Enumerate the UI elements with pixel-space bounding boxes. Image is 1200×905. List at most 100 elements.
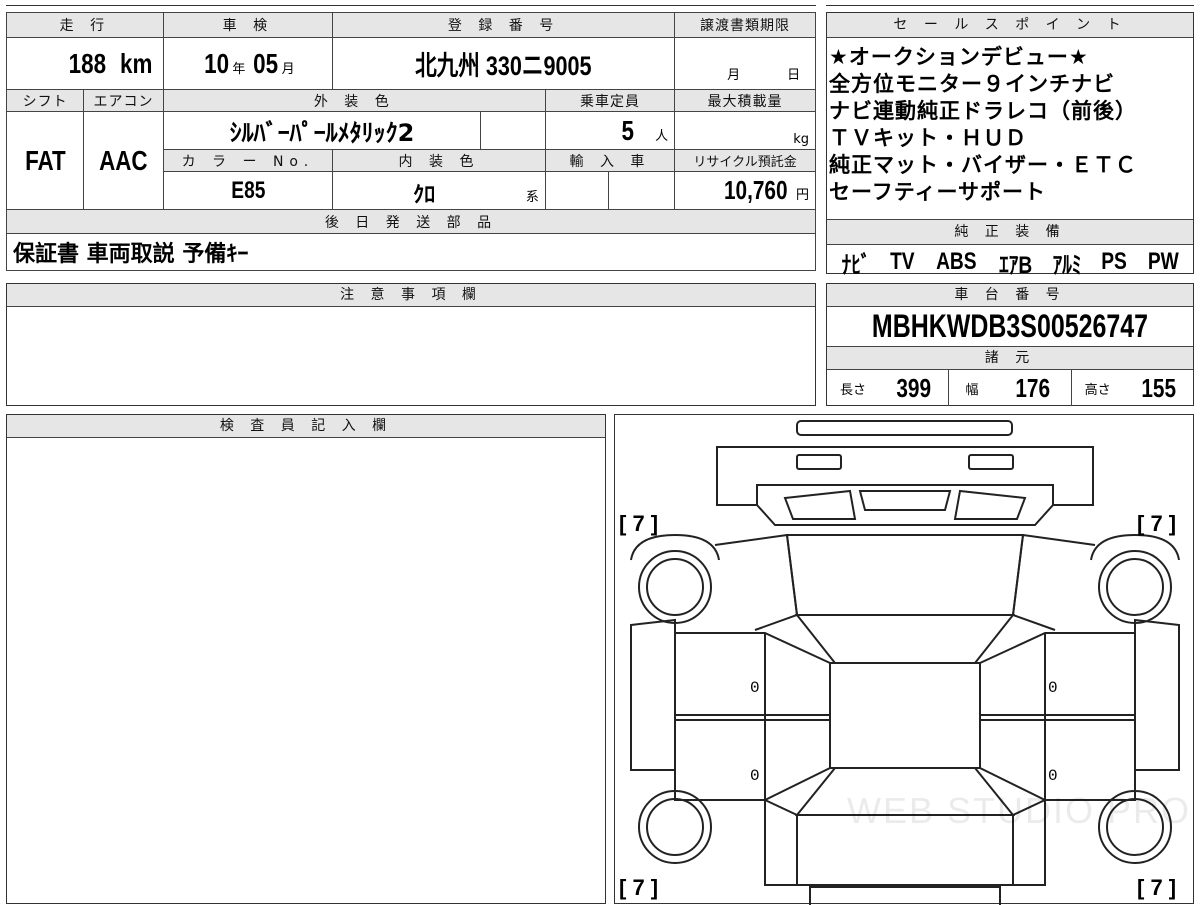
- mileage-header: 走 行: [6, 12, 164, 38]
- car-diagram-panel: [ 7 ] [ 7 ] [ 7 ] [ 7 ] 0 0 0 0 WEB STUD…: [614, 414, 1194, 905]
- equipment-item: ABS: [935, 248, 977, 275]
- color-no-header: カ ラ ー No.: [162, 149, 334, 172]
- transfer-month-unit: 月: [727, 68, 741, 83]
- specs-header: 諸 元: [827, 347, 1193, 370]
- door-rear-left-value: 0: [750, 767, 760, 785]
- sales-point-list: ★オークションデビュー★ 全方位モニター９インチナビ ナビ連動純正ドラレコ（前後） Ｔ…: [827, 38, 1193, 219]
- tire-rear-right-count: [ 7 ]: [1137, 875, 1177, 900]
- ac-value: AAC: [99, 144, 148, 176]
- max-load-header: 最大積載量: [674, 89, 816, 112]
- mileage-unit: km: [120, 47, 153, 79]
- equipment-item: PW: [1147, 248, 1179, 275]
- mileage-value: 188: [69, 47, 107, 79]
- shaken-month: 05: [253, 47, 279, 79]
- ac-header: エアコン: [83, 89, 164, 112]
- notes-header: 注 意 事 項 欄: [7, 284, 815, 307]
- chassis-number-cell: MBHKWDB3S00526747: [827, 307, 1193, 347]
- genuine-equipment-list: ﾅﾋﾞ TV ABS ｴｱB ｱﾙﾐ PS PW: [827, 245, 1193, 279]
- recycle-cell: 10,760 円: [674, 171, 816, 210]
- exterior-color-cell: ｼﾙﾊﾞｰﾊﾟｰﾙﾒﾀﾘｯｸ2: [162, 111, 482, 150]
- transfer-day-unit: 日: [787, 68, 801, 83]
- capacity-header: 乗車定員: [544, 89, 676, 112]
- exterior-color-value: ｼﾙﾊﾞｰﾊﾟｰﾙﾒﾀﾘｯｸ2: [229, 119, 415, 147]
- registration-number: 北九州 330ニ9005: [415, 51, 592, 81]
- interior-color-suffix: 系: [525, 190, 539, 205]
- color-no-cell: E85: [162, 171, 334, 210]
- import-cell-a: [544, 171, 610, 210]
- door-rear-right-value: 0: [1048, 767, 1058, 785]
- sales-point-item: ＴＶキット・ＨＵＤ: [829, 126, 1027, 150]
- notes-panel: 注 意 事 項 欄: [6, 283, 816, 406]
- interior-color-value: ｸﾛ: [413, 183, 436, 208]
- exterior-color-extra-cell: [480, 111, 546, 150]
- width-label: 幅: [965, 382, 979, 398]
- color-no-value: E85: [230, 176, 265, 204]
- length-cell: 長さ 399: [827, 370, 950, 406]
- shaken-cell: 10 年 05 月: [162, 37, 334, 90]
- vehicle-info-table: 走 行 車 検 登 録 番 号 譲渡書類期限 188 km 10 年 05 月 北九…: [5, 12, 816, 271]
- height-value: 155: [1140, 372, 1176, 403]
- shift-header: シフト: [5, 89, 85, 112]
- sales-point-header: セ ー ル ス ポ イ ン ト: [827, 13, 1193, 38]
- equipment-item: PS: [1101, 248, 1128, 275]
- max-load-unit: kg: [793, 132, 809, 147]
- notes-content: [7, 307, 815, 315]
- capacity-unit: 人: [655, 128, 669, 144]
- width-cell: 幅 176: [949, 370, 1072, 406]
- capacity-value: 5: [621, 114, 635, 146]
- transfer-deadline-cell: 月 日: [674, 37, 816, 90]
- chassis-panel: 車 台 番 号 MBHKWDB3S00526747 諸 元 長さ 399 幅 1…: [826, 283, 1194, 406]
- later-parts-value: 保証書 車両取説 予備ｷｰ: [13, 242, 249, 267]
- registration-cell: 北九州 330ニ9005: [332, 37, 676, 90]
- recycle-unit: 円: [795, 188, 809, 203]
- equipment-item: ｱﾙﾐ: [1052, 251, 1082, 279]
- length-value: 399: [896, 372, 931, 403]
- recycle-header: リサイクル預託金: [674, 149, 816, 172]
- top-right-clipped-strip: [826, 0, 1194, 6]
- registration-header: 登 録 番 号: [332, 12, 676, 38]
- shift-cell: FAT: [5, 111, 85, 210]
- tire-rear-left-count: [ 7 ]: [619, 875, 659, 900]
- tire-front-left-count: [ 7 ]: [619, 511, 659, 536]
- max-load-cell: kg: [674, 111, 816, 150]
- chassis-number: MBHKWDB3S00526747: [871, 308, 1149, 344]
- ac-cell: AAC: [83, 111, 164, 210]
- sales-point-item: セーフティーサポート: [829, 180, 1047, 204]
- equipment-item: ﾅﾋﾞ: [841, 251, 871, 279]
- shaken-header: 車 検: [162, 12, 334, 38]
- later-parts-cell: 保証書 車両取説 予備ｷｰ: [6, 233, 816, 271]
- shift-value: FAT: [24, 144, 66, 176]
- import-header: 輸 入 車: [544, 149, 676, 172]
- length-label: 長さ: [839, 382, 866, 398]
- sales-point-item: ★オークションデビュー★: [829, 45, 1089, 69]
- watermark: WEB STUDIO PRO: [847, 790, 1192, 831]
- interior-color-cell: ｸﾛ 系: [332, 171, 546, 210]
- exterior-color-header: 外 装 色: [162, 89, 546, 112]
- shaken-year: 10: [204, 47, 230, 79]
- sales-point-panel: セ ー ル ス ポ イ ン ト ★オークションデビュー★ 全方位モニター９インチナ…: [826, 12, 1194, 279]
- shaken-month-unit: 月: [281, 61, 295, 77]
- door-front-right-value: 0: [1048, 679, 1058, 697]
- door-front-left-value: 0: [750, 679, 760, 697]
- transfer-deadline-header: 譲渡書類期限: [674, 12, 816, 38]
- tire-front-right-count: [ 7 ]: [1137, 511, 1177, 536]
- specs-row: 長さ 399 幅 176 高さ 155: [827, 370, 1193, 406]
- height-label: 高さ: [1084, 382, 1111, 398]
- interior-color-header: 内 装 色: [332, 149, 546, 172]
- height-cell: 高さ 155: [1072, 370, 1193, 406]
- recycle-value: 10,760: [724, 175, 789, 205]
- sales-point-item: ナビ連動純正ドラレコ（前後）: [829, 99, 1137, 123]
- top-clipped-strip: [6, 0, 816, 6]
- shaken-year-unit: 年: [232, 61, 246, 77]
- chassis-header: 車 台 番 号: [827, 284, 1193, 307]
- sales-point-item: 純正マット・バイザー・ＥＴＣ: [829, 153, 1137, 177]
- later-parts-header: 後 日 発 送 部 品: [6, 209, 816, 234]
- mileage-cell: 188 km: [6, 37, 164, 90]
- width-value: 176: [1015, 372, 1051, 403]
- equipment-item: ｴｱB: [998, 251, 1032, 279]
- inspector-content: [7, 438, 605, 446]
- inspector-header: 検 査 員 記 入 欄: [7, 415, 605, 438]
- inspector-panel: 検 査 員 記 入 欄: [6, 414, 606, 904]
- capacity-cell: 5 人: [544, 111, 676, 150]
- genuine-equipment-header: 純 正 装 備: [827, 219, 1193, 245]
